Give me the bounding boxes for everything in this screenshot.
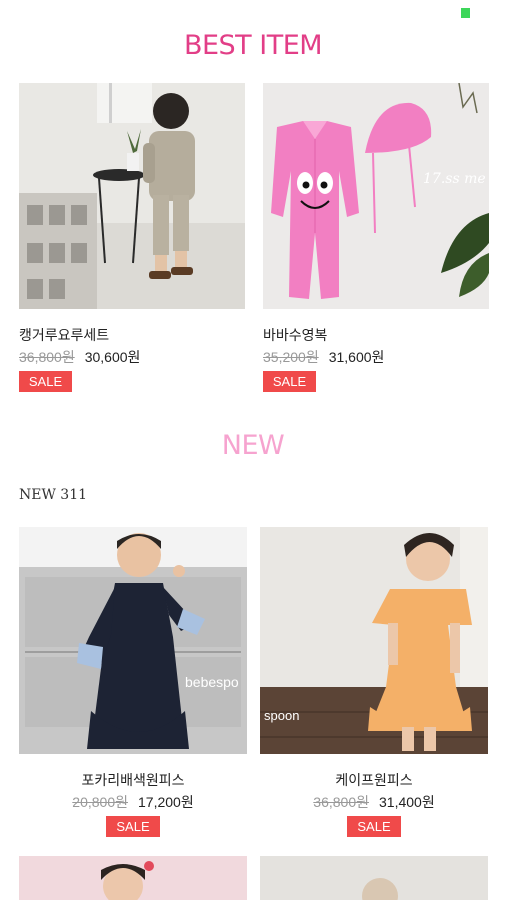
sale-price: 17,200원 [138,794,194,810]
sale-badge: SALE [19,371,72,392]
product-image-barba-swimsuit[interactable]: 17.ss me [263,83,489,309]
sale-price: 31,400원 [379,794,435,810]
product-name[interactable]: 포카리배색원피스 [19,770,247,790]
original-price: 36,800원 [313,794,369,810]
product-image-next-2[interactable] [260,856,488,900]
price-row: 36,800원 31,400원 [260,792,488,812]
price-row: 36,800원 30,600원 [19,347,140,367]
photo-watermark: bebespo [185,674,239,690]
sale-badge: SALE [263,371,316,392]
product-image-cape-dress[interactable]: spoon [260,527,488,754]
new-item-count: NEW 311 [19,487,88,503]
sale-badge: SALE [347,816,401,837]
product-name[interactable]: 바바수영복 [263,325,327,345]
price-row: 35,200원 31,600원 [263,347,384,367]
original-price: 20,800원 [72,794,128,810]
status-indicator [461,8,470,18]
new-section-title: NEW [221,430,285,461]
best-item-title: BEST ITEM [183,30,323,61]
product-image-pocari-dress[interactable]: bebespo [19,527,247,754]
sale-badge: SALE [106,816,160,837]
original-price: 36,800원 [19,349,75,365]
product-name[interactable]: 케이프원피스 [260,770,488,790]
sale-price: 31,600원 [328,349,385,365]
original-price: 35,200원 [263,349,319,365]
product-image-kangaroo-set[interactable] [19,83,245,309]
svg-text:17.ss me: 17.ss me [423,171,486,187]
photo-watermark: spoon [264,708,299,723]
product-name[interactable]: 캥거루요루세트 [19,325,109,345]
product-image-next-1[interactable] [19,856,247,900]
price-row: 20,800원 17,200원 [19,792,247,812]
sale-price: 30,600원 [84,349,141,365]
